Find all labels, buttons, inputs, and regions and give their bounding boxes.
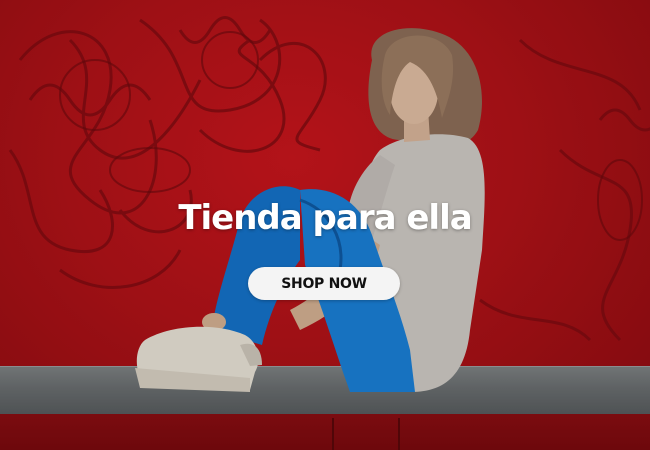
hero-banner[interactable]: Tienda para ella SHOP NOW (0, 0, 650, 450)
shop-now-button[interactable]: SHOP NOW (248, 267, 400, 300)
banner-headline: Tienda para ella (178, 198, 472, 238)
